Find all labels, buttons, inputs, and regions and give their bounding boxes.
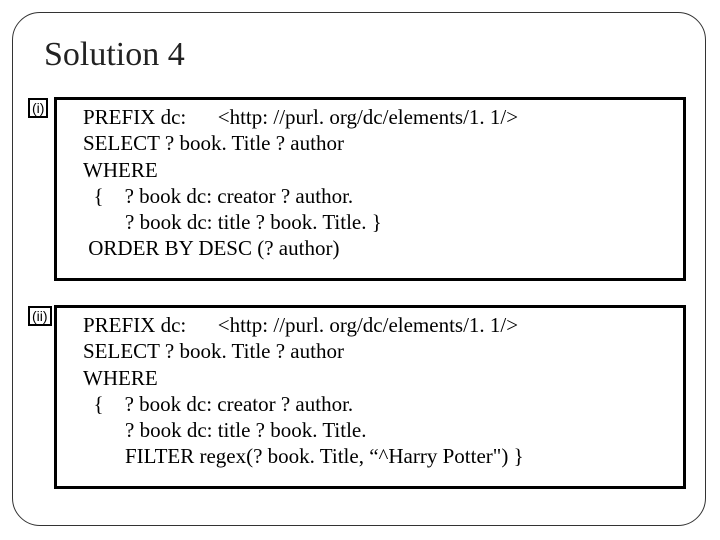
code-box-ii: PREFIX dc: <http: //purl. org/dc/element…: [54, 305, 686, 489]
slide-title: Solution 4: [44, 36, 185, 74]
part-label-i: (i): [28, 98, 48, 118]
code-box-i: PREFIX dc: <http: //purl. org/dc/element…: [54, 97, 686, 281]
part-label-ii: (ii): [28, 306, 52, 326]
